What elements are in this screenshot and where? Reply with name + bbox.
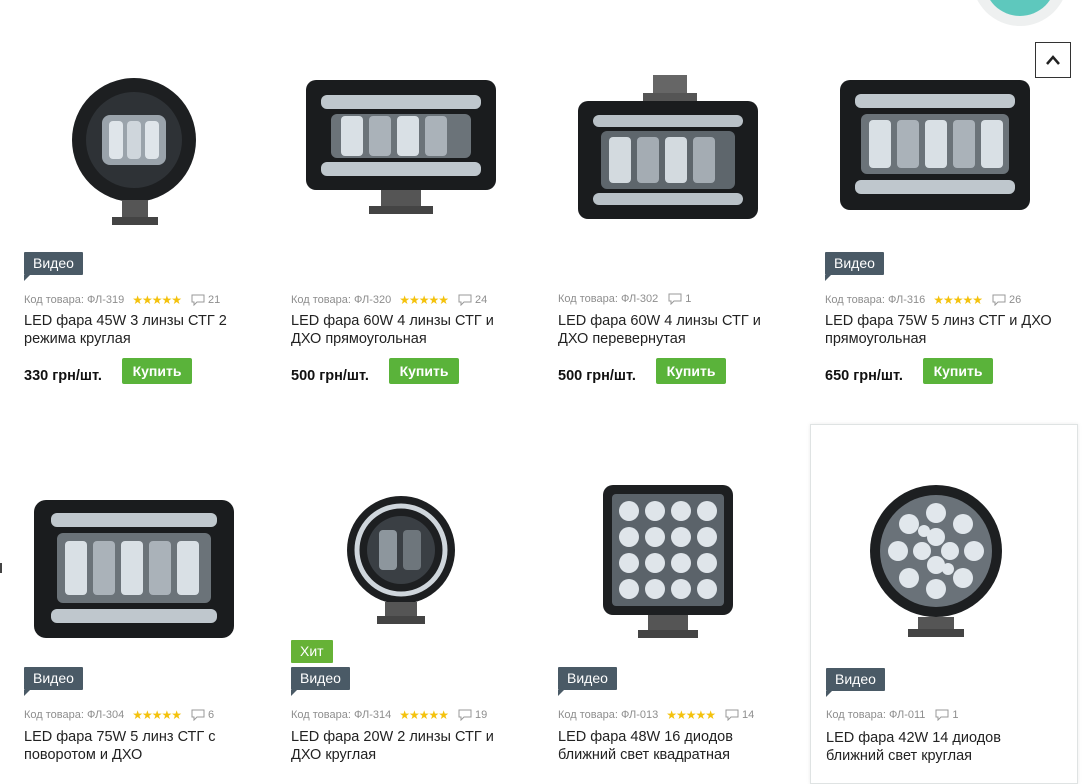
product-image[interactable] [534,465,801,665]
product-meta: Код товара: ФЛ-011 1 [826,709,959,721]
comments-link[interactable]: 21 [191,294,220,306]
product-meta: Код товара: ФЛ-302 1 [558,293,691,305]
product-card[interactable]: Видео Код товара: ФЛ-011 1 LED фара 42W … [810,424,1078,784]
comments-count: 21 [208,294,221,306]
comment-icon [458,709,472,721]
product-card[interactable]: Видео Код товара: ФЛ-316 ★★★★★ 26 LED фа… [801,50,1068,410]
comments-link[interactable]: 24 [458,294,487,306]
rating-stars[interactable]: ★★★★★ [132,293,182,307]
comments-link[interactable]: 1 [935,709,959,721]
rating-stars[interactable]: ★★★★★ [399,293,449,307]
comments-count: 1 [952,709,959,721]
comments-link[interactable]: 1 [668,293,691,305]
rating-stars[interactable]: ★★★★★ [399,708,449,722]
code-label: Код товара: [558,709,618,721]
buy-button[interactable]: Купить [656,358,726,384]
product-meta: Код товара: ФЛ-319 ★★★★★ 21 [24,293,220,307]
video-badge[interactable]: Видео [558,667,617,696]
product-code: ФЛ-319 [86,294,125,306]
product-code: ФЛ-316 [887,294,926,306]
comment-icon [935,709,949,721]
code-label: Код товара: [558,293,618,305]
rating-stars[interactable]: ★★★★★ [666,708,716,722]
comments-count: 19 [475,709,488,721]
product-name[interactable]: LED фара 45W 3 линзы СТГ 2 режима кругла… [24,312,254,348]
product-card[interactable]: Видео Код товара: ФЛ-319 ★★★★★ 21 LED фа… [0,50,267,410]
comment-icon [992,294,1006,306]
comments-link[interactable]: 6 [191,709,214,721]
product-code: ФЛ-302 [620,293,659,305]
product-meta: Код товара: ФЛ-013 ★★★★★ 14 [558,708,754,722]
video-badge[interactable]: Видео [24,667,83,696]
comment-icon [725,709,739,721]
product-code: ФЛ-314 [353,709,392,721]
rating-stars[interactable]: ★★★★★ [933,293,983,307]
video-badge[interactable]: Видео [24,252,83,281]
code-label: Код товара: [825,294,885,306]
video-badge[interactable]: Видео [826,668,885,697]
product-name[interactable]: LED фара 75W 5 линз СТГ и ДХО прямоуголь… [825,312,1055,348]
product-code: ФЛ-304 [86,709,125,721]
product-image[interactable] [801,50,1068,250]
product-card[interactable]: Хит Видео Код товара: ФЛ-314 ★★★★★ 19 LE… [267,465,534,775]
product-name[interactable]: LED фара 60W 4 линзы СТГ и ДХО прямоугол… [291,312,521,348]
product-price: 500 грн/шт. [291,368,369,384]
product-name[interactable]: LED фара 20W 2 линзы СТГ и ДХО круглая [291,728,521,764]
buy-button[interactable]: Купить [389,358,459,384]
video-badge[interactable]: Видео [291,667,350,696]
product-image[interactable] [267,465,534,665]
code-label: Код товара: [291,294,351,306]
product-image[interactable] [0,50,267,250]
hit-badge: Хит [291,640,333,663]
code-label: Код товара: [291,709,351,721]
product-grid: Видео Код товара: ФЛ-319 ★★★★★ 21 LED фа… [0,0,1086,784]
code-label: Код товара: [826,709,886,721]
buy-button[interactable]: Купить [122,358,192,384]
product-code: ФЛ-320 [353,294,392,306]
product-card[interactable]: Код товара: ФЛ-302 1 LED фара 60W 4 линз… [534,50,801,410]
product-image[interactable] [534,50,801,250]
comments-count: 14 [742,709,755,721]
comments-link[interactable]: 14 [725,709,754,721]
product-meta: Код товара: ФЛ-304 ★★★★★ 6 [24,708,214,722]
comment-icon [668,293,682,305]
product-image[interactable] [802,466,1069,666]
product-meta: Код товара: ФЛ-314 ★★★★★ 19 [291,708,487,722]
comments-count: 24 [475,294,488,306]
comments-count: 26 [1009,294,1022,306]
product-meta: Код товара: ФЛ-316 ★★★★★ 26 [825,293,1021,307]
product-meta: Код товара: ФЛ-320 ★★★★★ 24 [291,293,487,307]
product-image[interactable] [0,465,267,665]
product-code: ФЛ-013 [620,709,659,721]
comment-icon [191,709,205,721]
product-name[interactable]: LED фара 60W 4 линзы СТГ и ДХО переверну… [558,312,788,348]
product-name[interactable]: LED фара 75W 5 линз СТГ с поворотом и ДХ… [24,728,254,764]
product-price: 650 грн/шт. [825,368,903,384]
comment-icon [458,294,472,306]
comments-count: 1 [685,293,692,305]
product-name[interactable]: LED фара 42W 14 диодов ближний свет круг… [826,729,1056,765]
comments-link[interactable]: 26 [992,294,1021,306]
video-badge[interactable]: Видео [825,252,884,281]
buy-button[interactable]: Купить [923,358,993,384]
product-price: 330 грн/шт. [24,368,102,384]
product-name[interactable]: LED фара 48W 16 диодов ближний свет квад… [558,728,788,764]
code-label: Код товара: [24,294,84,306]
code-label: Код товара: [24,709,84,721]
product-card[interactable]: Код товара: ФЛ-320 ★★★★★ 24 LED фара 60W… [267,50,534,410]
comments-count: 6 [208,709,215,721]
product-code: ФЛ-011 [888,709,926,721]
rating-stars[interactable]: ★★★★★ [132,708,182,722]
comments-link[interactable]: 19 [458,709,487,721]
product-card[interactable]: Видео Код товара: ФЛ-304 ★★★★★ 6 LED фар… [0,465,267,775]
comment-icon [191,294,205,306]
product-price: 500 грн/шт. [558,368,636,384]
product-card[interactable]: Видео Код товара: ФЛ-013 ★★★★★ 14 LED фа… [534,465,801,775]
product-image[interactable] [267,50,534,250]
